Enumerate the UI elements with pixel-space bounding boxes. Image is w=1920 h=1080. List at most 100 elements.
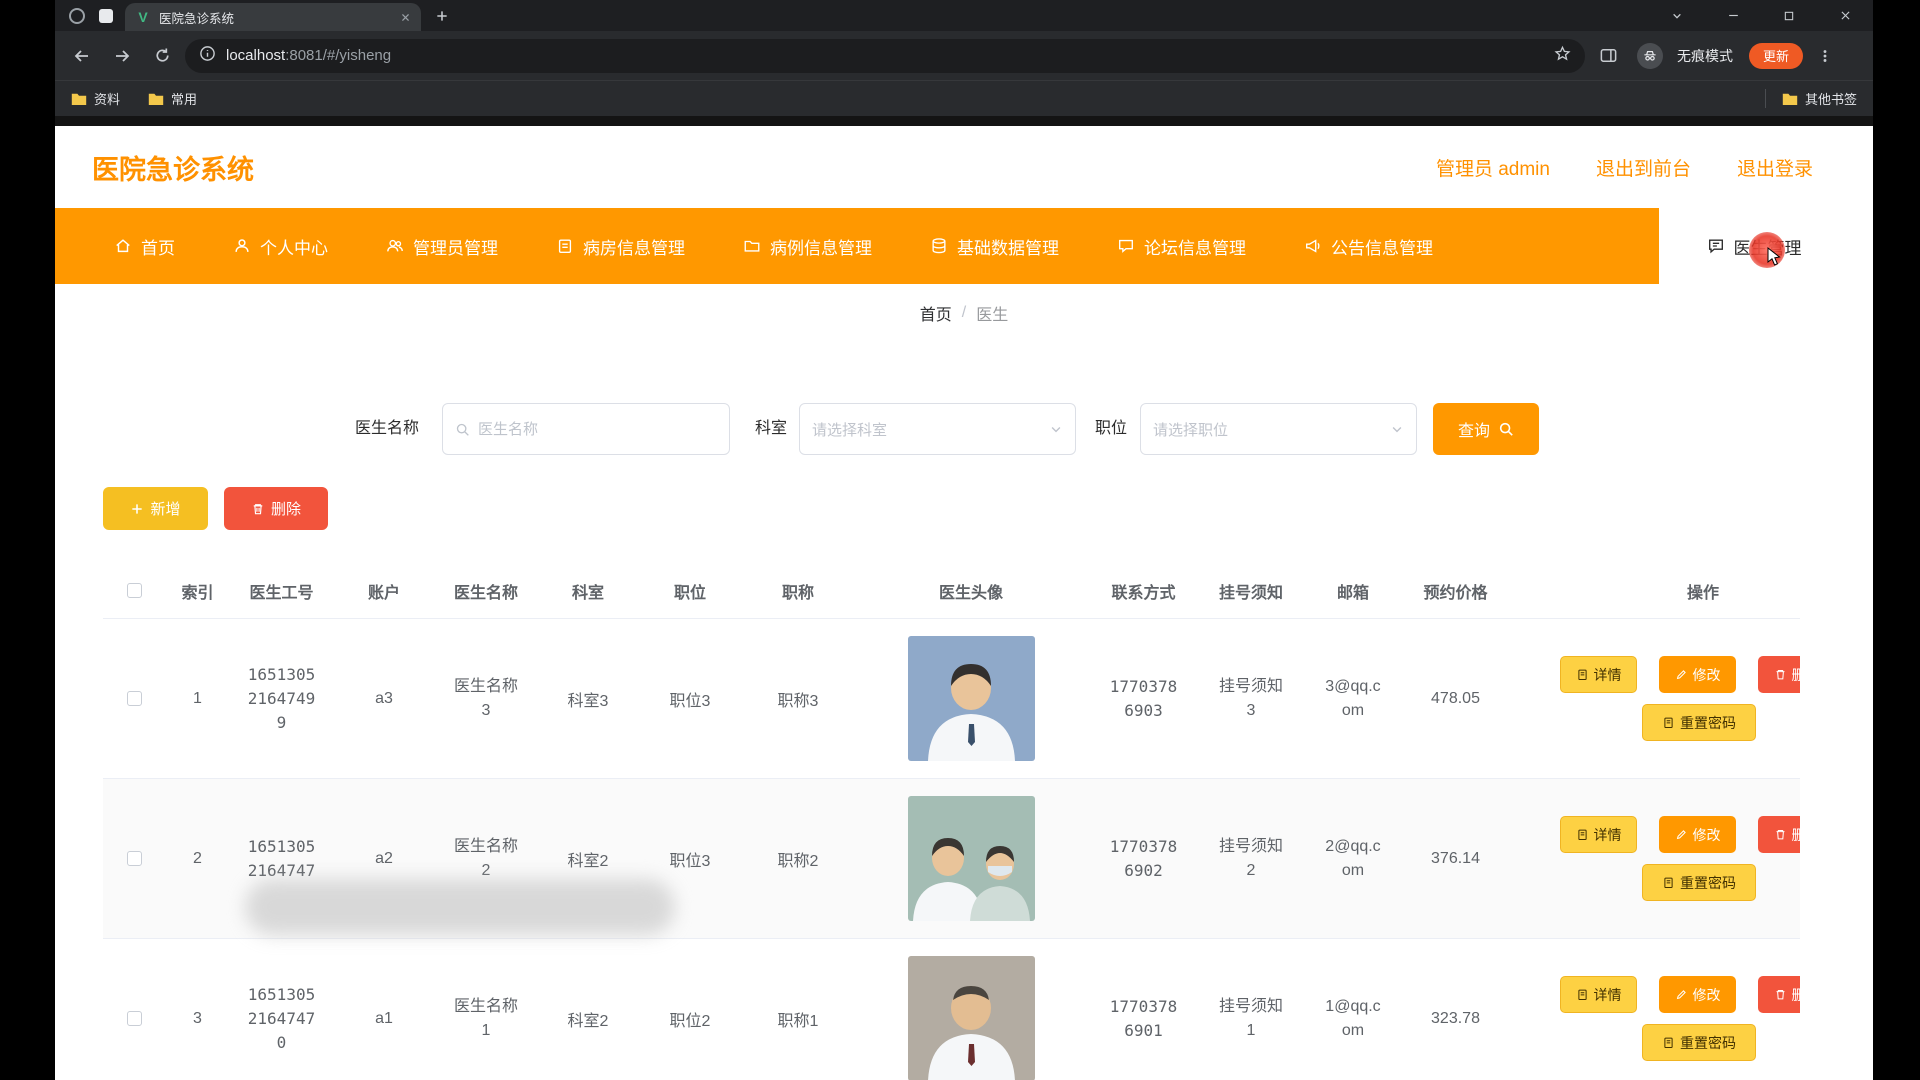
tab-close-icon[interactable] <box>400 12 411 23</box>
browser-tab[interactable]: V 医院急诊系统 <box>125 3 421 31</box>
dept-select[interactable]: 请选择科室 <box>799 403 1076 455</box>
address-bar[interactable]: localhost:8081/#/yisheng <box>185 39 1585 73</box>
doc-icon <box>1662 1036 1675 1049</box>
table-row: 3 165130521647470 a1 医生名称1 科室2 职位2 职称1 1… <box>103 939 1800 1080</box>
maximize-button[interactable] <box>1761 0 1817 31</box>
select-all-checkbox[interactable] <box>127 583 142 598</box>
browser-window: V 医院急诊系统 <box>55 0 1873 1080</box>
bookmark-folder-1[interactable]: 资料 <box>71 89 120 108</box>
tab-title: 医院急诊系统 <box>159 8 392 27</box>
row-delete-button[interactable]: 删除 <box>1758 816 1800 853</box>
new-tab-button[interactable] <box>435 0 449 31</box>
search-button[interactable]: 查询 <box>1433 403 1539 455</box>
back-button[interactable] <box>65 39 99 73</box>
nav-item-doctor-mgmt[interactable]: 医生管理 <box>1659 208 1849 284</box>
minimize-button[interactable] <box>1705 0 1761 31</box>
doctor-table: 索引 医生工号 账户 医生名称 科室 职位 职称 医生头像 联系方式 挂号须知 … <box>103 563 1800 1080</box>
bookmark-folder-label: 资料 <box>94 89 120 108</box>
breadcrumb: 首页 / 医生 <box>55 284 1873 342</box>
nav-item-notice-info[interactable]: 公告信息管理 <box>1275 208 1462 284</box>
incognito-avatar-icon[interactable] <box>1637 43 1663 69</box>
doctor-name-input[interactable] <box>478 421 717 438</box>
doctor-photo <box>908 796 1035 921</box>
pinned-tab-icon[interactable] <box>99 9 113 23</box>
nav-item-forum-info[interactable]: 论坛信息管理 <box>1088 208 1275 284</box>
doctor-photo <box>908 636 1035 761</box>
doctor-photo <box>908 956 1035 1080</box>
exit-to-front-link[interactable]: 退出到前台 <box>1596 154 1691 181</box>
table-row: 2 16513052164747 a2 医生名称2 科室2 职位3 职称2 17… <box>103 779 1800 939</box>
row-checkbox[interactable] <box>127 691 142 706</box>
doc-icon <box>1576 988 1589 1001</box>
doctor-name-input-box <box>442 403 730 455</box>
main-nav: 首页 个人中心 管理员管理 病房信息管理 病例信息管理 基础数据管理 <box>55 208 1849 284</box>
row-delete-button[interactable]: 删除 <box>1758 656 1800 693</box>
site-logo: 医院急诊系统 <box>92 148 254 187</box>
bookmark-star-icon[interactable] <box>1554 45 1571 67</box>
plus-icon <box>130 502 144 516</box>
folder-icon <box>71 92 87 106</box>
webpage: 医院急诊系统 管理员 admin 退出到前台 退出登录 首页 个人中心 管理员管… <box>55 126 1873 1080</box>
position-label: 职位 <box>1095 403 1127 455</box>
chevron-down-icon <box>1049 422 1063 436</box>
doctor-name-label: 医生名称 <box>355 403 419 455</box>
bookmarks-bar: 资料 常用 其他书签 <box>55 80 1873 116</box>
chevron-down-icon <box>1390 422 1404 436</box>
edit-button[interactable]: 修改 <box>1659 656 1736 693</box>
home-icon <box>114 237 132 255</box>
site-info-icon[interactable] <box>199 45 216 67</box>
nav-item-base-data[interactable]: 基础数据管理 <box>901 208 1088 284</box>
row-delete-button[interactable]: 删除 <box>1758 976 1800 1013</box>
detail-button[interactable]: 详情 <box>1560 816 1637 853</box>
detail-button[interactable]: 详情 <box>1560 976 1637 1013</box>
nav-item-ward-info[interactable]: 病房信息管理 <box>527 208 714 284</box>
browser-update-button[interactable]: 更新 <box>1749 43 1803 69</box>
reset-password-button[interactable]: 重置密码 <box>1642 1024 1756 1061</box>
table-header-row: 索引 医生工号 账户 医生名称 科室 职位 职称 医生头像 联系方式 挂号须知 … <box>103 563 1800 619</box>
logout-link[interactable]: 退出登录 <box>1737 154 1813 181</box>
add-button[interactable]: 新增 <box>103 487 208 530</box>
doc-icon <box>1576 828 1589 841</box>
filter-row: 医生名称 科室 请选择科室 职位 请选择职位 查询 <box>55 403 1873 455</box>
reset-password-button[interactable]: 重置密码 <box>1642 864 1756 901</box>
trash-icon <box>251 502 265 516</box>
browser-toolbar: localhost:8081/#/yisheng 无痕模式 更新 <box>55 31 1873 80</box>
side-panel-icon[interactable] <box>1591 39 1625 73</box>
database-icon <box>930 237 948 255</box>
nav-item-personal-center[interactable]: 个人中心 <box>204 208 357 284</box>
breadcrumb-home[interactable]: 首页 <box>920 301 952 325</box>
delete-button[interactable]: 删除 <box>224 487 328 530</box>
close-window-button[interactable] <box>1817 0 1873 31</box>
row-checkbox[interactable] <box>127 851 142 866</box>
row-checkbox[interactable] <box>127 1011 142 1026</box>
megaphone-icon <box>1304 237 1322 255</box>
pencil-icon <box>1675 828 1688 841</box>
clipboard-icon <box>556 237 574 255</box>
search-icon <box>1498 421 1514 437</box>
doc-icon <box>1662 716 1675 729</box>
window-controls <box>1649 0 1873 31</box>
nav-item-home[interactable]: 首页 <box>85 208 204 284</box>
trash-icon <box>1774 988 1787 1001</box>
tab-search-icon[interactable] <box>1649 0 1705 31</box>
other-bookmarks-label: 其他书签 <box>1805 89 1857 108</box>
comment-icon <box>1707 237 1725 255</box>
browser-menu-icon[interactable] <box>1813 48 1837 64</box>
nav-item-case-info[interactable]: 病例信息管理 <box>714 208 901 284</box>
breadcrumb-current: 医生 <box>976 301 1008 325</box>
reset-password-button[interactable]: 重置密码 <box>1642 704 1756 741</box>
bookmark-folder-2[interactable]: 常用 <box>148 89 197 108</box>
other-bookmarks[interactable]: 其他书签 <box>1765 89 1857 108</box>
pencil-icon <box>1675 988 1688 1001</box>
edit-button[interactable]: 修改 <box>1659 816 1736 853</box>
browser-profile-icon[interactable] <box>69 8 85 24</box>
bookmark-folder-label: 常用 <box>171 89 197 108</box>
edit-button[interactable]: 修改 <box>1659 976 1736 1013</box>
nav-item-admin-mgmt[interactable]: 管理员管理 <box>357 208 527 284</box>
forward-button[interactable] <box>105 39 139 73</box>
detail-button[interactable]: 详情 <box>1560 656 1637 693</box>
folder-icon <box>743 237 761 255</box>
position-select[interactable]: 请选择职位 <box>1140 403 1417 455</box>
admin-account-link[interactable]: 管理员 admin <box>1436 154 1550 181</box>
reload-button[interactable] <box>145 39 179 73</box>
